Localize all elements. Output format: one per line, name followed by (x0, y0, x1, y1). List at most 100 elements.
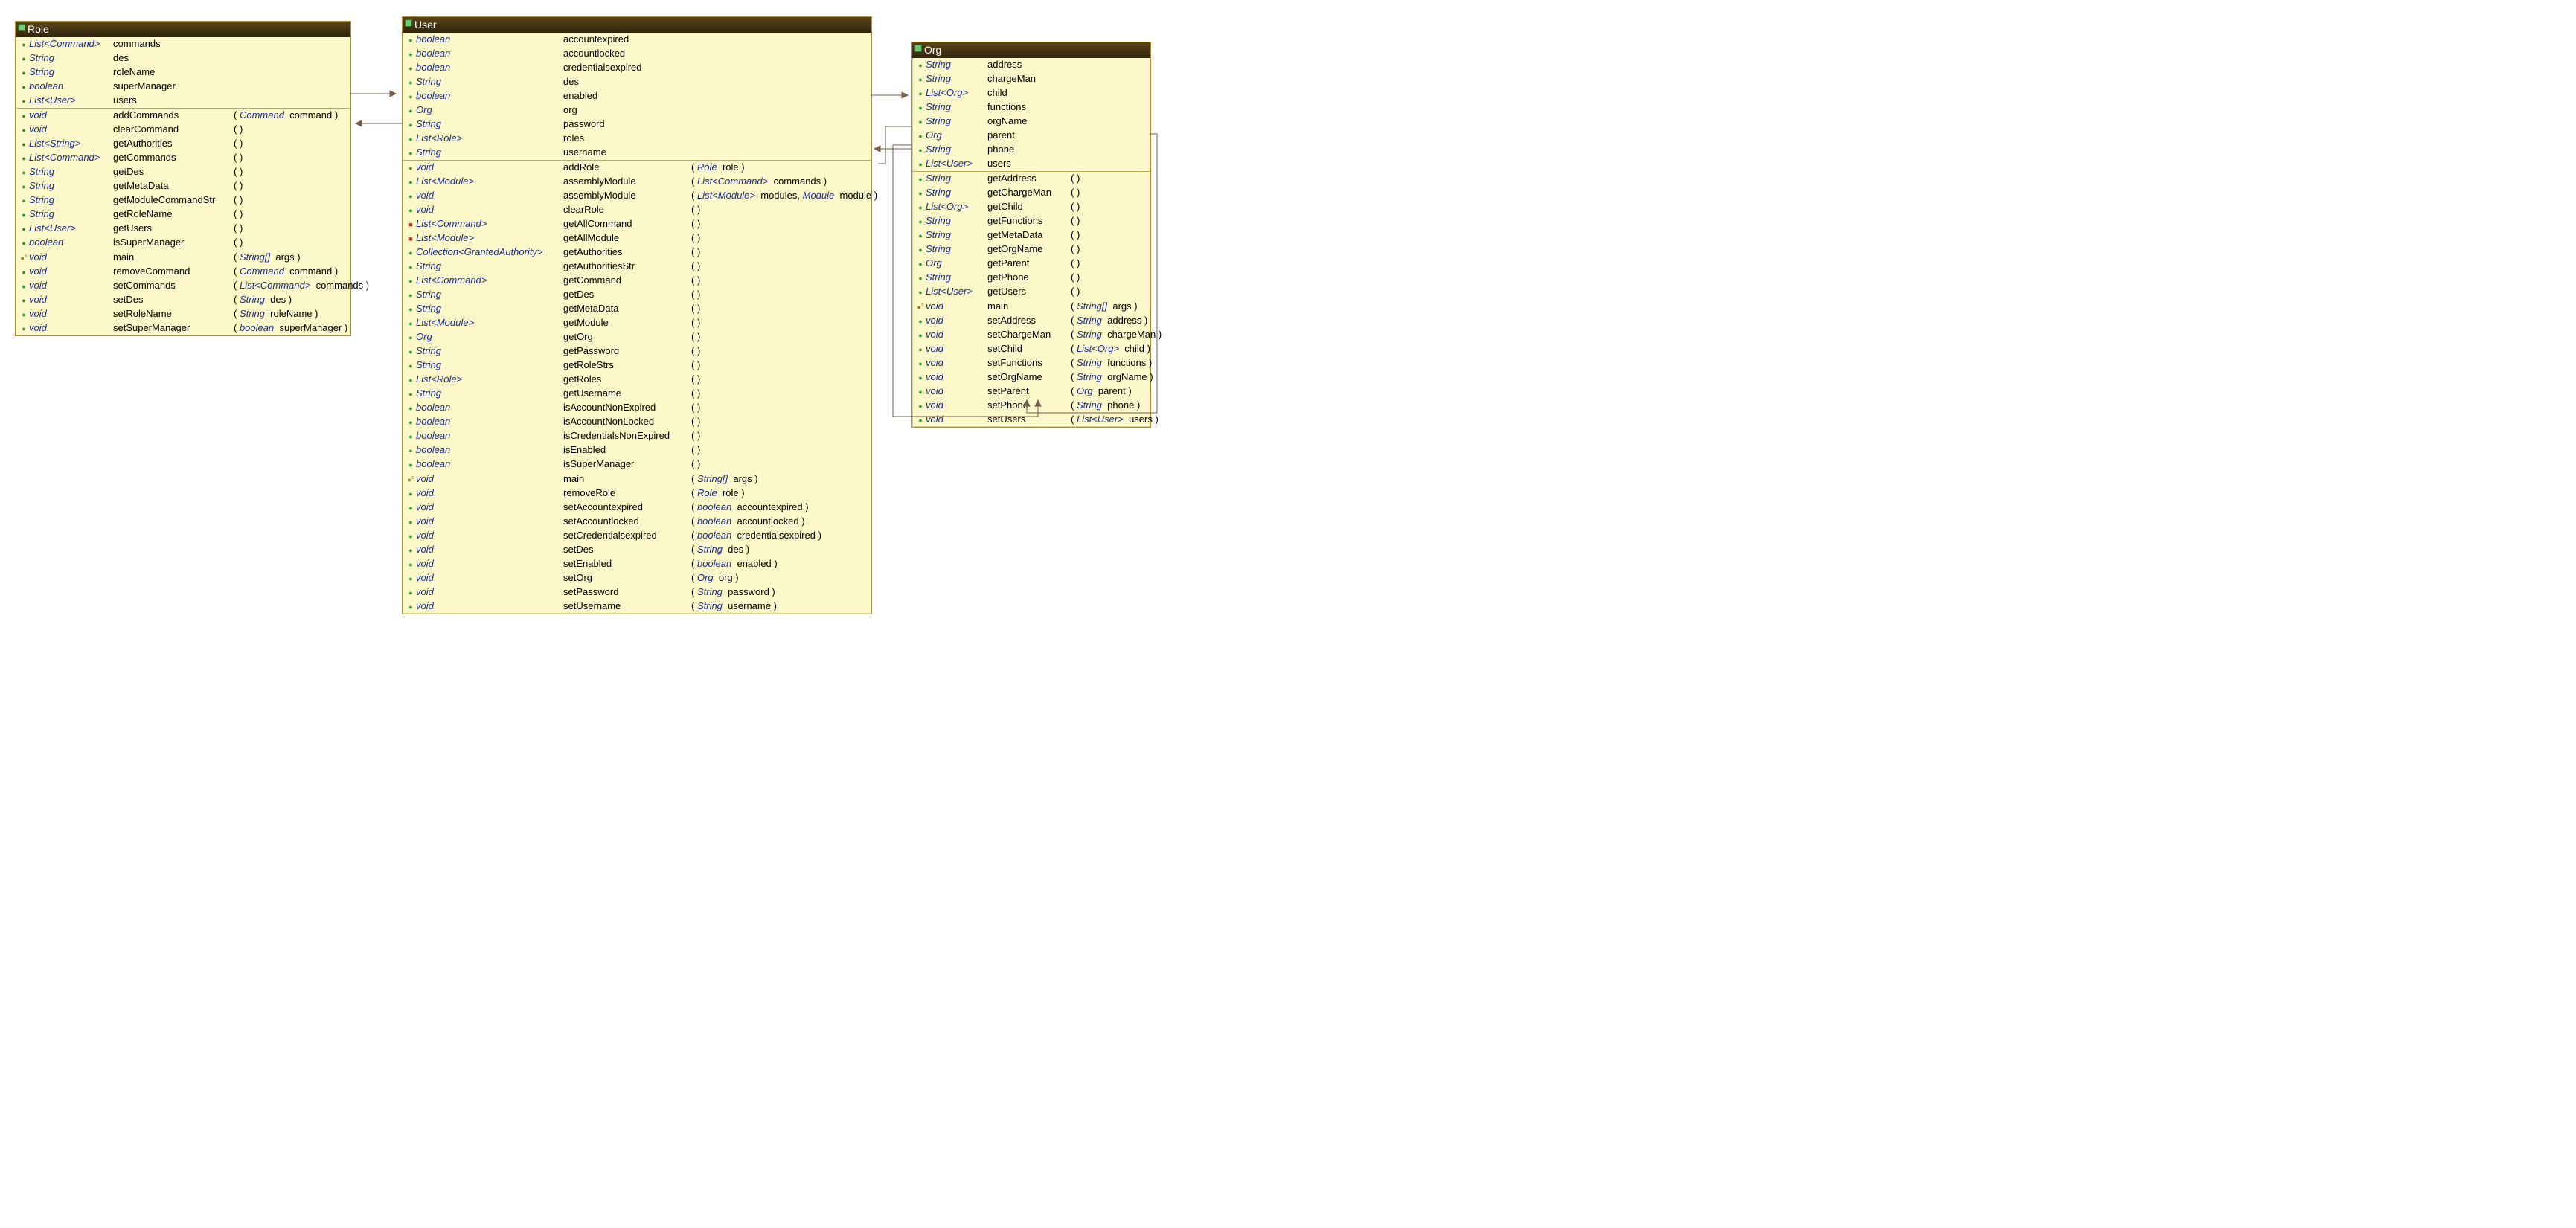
method-row[interactable]: ●voidremoveCommand( Command command ) (16, 265, 350, 279)
field-row[interactable]: ●booleanenabled (403, 89, 871, 103)
field-row[interactable]: ●Stringusername (403, 146, 871, 160)
method-row[interactable]: ●OrggetParent( ) (912, 257, 1150, 271)
method-name: isEnabled (563, 443, 691, 456)
field-row[interactable]: ●List<User>users (912, 157, 1150, 171)
method-row[interactable]: ●voidsetOrg( Org org ) (403, 571, 871, 585)
method-row[interactable]: ●voidsetEnabled( boolean enabled ) (403, 557, 871, 571)
method-row[interactable]: ●StringgetDes( ) (403, 288, 871, 302)
method-row[interactable]: ●booleanisSuperManager( ) (403, 457, 871, 472)
method-row[interactable]: ●StringgetRoleName( ) (16, 208, 350, 222)
class-box-user[interactable]: User ●booleanaccountexpired●booleanaccou… (402, 16, 872, 614)
method-row[interactable]: ●StringgetMetaData( ) (16, 179, 350, 193)
method-row[interactable]: ●voidsetChild( List<Org> child ) (912, 342, 1150, 356)
field-row[interactable]: ●StringroleName (16, 65, 350, 80)
method-row[interactable]: ●booleanisSuperManager( ) (16, 236, 350, 250)
visibility-public-icon: ● (406, 162, 416, 175)
field-row[interactable]: ●Orgparent (912, 129, 1150, 143)
method-row[interactable]: ●StringgetAuthoritiesStr( ) (403, 260, 871, 274)
field-row[interactable]: ●Stringdes (16, 51, 350, 65)
method-row[interactable]: ●voidsetUsername( String username ) (403, 599, 871, 614)
field-row[interactable]: ●List<Org>child (912, 86, 1150, 100)
method-row[interactable]: ●List<Command>getCommand( ) (403, 274, 871, 288)
field-row[interactable]: ●StringchargeMan (912, 72, 1150, 86)
method-row[interactable]: ●voidsetRoleName( String roleName ) (16, 307, 350, 321)
class-box-role[interactable]: Role ●List<Command>commands●Stringdes●St… (15, 21, 351, 336)
method-row[interactable]: ●voidsetPhone( String phone ) (912, 399, 1150, 413)
method-row[interactable]: ●voidsetCommands( List<Command> commands… (16, 279, 350, 293)
method-row[interactable]: ●voidaddRole( Role role ) (403, 161, 871, 175)
visibility-public-icon: ● (19, 309, 29, 321)
method-row[interactable]: ●voidsetPassword( String password ) (403, 585, 871, 599)
method-args: ( ) (691, 330, 700, 343)
method-row[interactable]: ●List<User>getUsers( ) (912, 285, 1150, 299)
method-row[interactable]: ●voidsetChargeMan( String chargeMan ) (912, 328, 1150, 342)
field-row[interactable]: ●booleanaccountlocked (403, 47, 871, 61)
field-name: credentialsexpired (563, 61, 691, 74)
method-row[interactable]: ●Collection<GrantedAuthority>getAuthorit… (403, 245, 871, 260)
field-row[interactable]: ●List<Command>commands (16, 37, 350, 51)
method-row[interactable]: ●StringgetPhone( ) (912, 271, 1150, 285)
method-row[interactable]: ●svoidmain( String[] args ) (403, 472, 871, 486)
method-row[interactable]: ●StringgetMetaData( ) (912, 228, 1150, 242)
method-row[interactable]: ●StringgetAddress( ) (912, 172, 1150, 186)
field-row[interactable]: ●Stringdes (403, 75, 871, 89)
method-row[interactable]: ●voidsetAccountexpired( boolean accounte… (403, 501, 871, 515)
field-row[interactable]: ●StringorgName (912, 115, 1150, 129)
method-row[interactable]: ●voidclearCommand( ) (16, 123, 350, 137)
method-row[interactable]: ●voidsetCredentialsexpired( boolean cred… (403, 529, 871, 543)
method-row[interactable]: ■List<Command>getAllCommand( ) (403, 217, 871, 231)
field-row[interactable]: ●Stringpassword (403, 118, 871, 132)
method-row[interactable]: ●StringgetModuleCommandStr( ) (16, 193, 350, 208)
method-row[interactable]: ●voidsetSuperManager( boolean superManag… (16, 321, 350, 335)
method-row[interactable]: ●List<String>getAuthorities( ) (16, 137, 350, 151)
method-row[interactable]: ●voidsetDes( String des ) (16, 293, 350, 307)
method-row[interactable]: ●voidsetOrgName( String orgName ) (912, 370, 1150, 385)
method-args: ( ) (691, 387, 700, 399)
method-row[interactable]: ●List<Command>getCommands( ) (16, 151, 350, 165)
field-row[interactable]: ●Stringfunctions (912, 100, 1150, 115)
field-row[interactable]: ●List<User>users (16, 94, 350, 108)
field-name: users (113, 94, 234, 106)
method-row[interactable]: ●List<Org>getChild( ) (912, 200, 1150, 214)
field-row[interactable]: ●Stringaddress (912, 58, 1150, 72)
method-row[interactable]: ●StringgetFunctions( ) (912, 214, 1150, 228)
method-row[interactable]: ●voidsetUsers( List<User> users ) (912, 413, 1150, 427)
method-row[interactable]: ●svoidmain( String[] args ) (16, 250, 350, 265)
field-row[interactable]: ●Stringphone (912, 143, 1150, 157)
method-row[interactable]: ●List<User>getUsers( ) (16, 222, 350, 236)
method-row[interactable]: ●OrggetOrg( ) (403, 330, 871, 344)
class-box-org[interactable]: Org ●Stringaddress●StringchargeMan●List<… (911, 42, 1151, 428)
field-row[interactable]: ●booleanaccountexpired (403, 33, 871, 47)
method-row[interactable]: ●voidsetFunctions( String functions ) (912, 356, 1150, 370)
method-row[interactable]: ●StringgetMetaData( ) (403, 302, 871, 316)
method-row[interactable]: ●voidsetAddress( String address ) (912, 314, 1150, 328)
method-row[interactable]: ●StringgetChargeMan( ) (912, 186, 1150, 200)
method-row[interactable]: ●StringgetUsername( ) (403, 387, 871, 401)
method-row[interactable]: ●StringgetDes( ) (16, 165, 350, 179)
field-name: orgName (987, 115, 1071, 127)
method-row[interactable]: ●booleanisEnabled( ) (403, 443, 871, 457)
method-row[interactable]: ●booleanisCredentialsNonExpired( ) (403, 429, 871, 443)
method-row[interactable]: ●StringgetRoleStrs( ) (403, 359, 871, 373)
method-row[interactable]: ●voidsetDes( String des ) (403, 543, 871, 557)
method-row[interactable]: ●voidsetParent( Org parent ) (912, 385, 1150, 399)
method-row[interactable]: ●svoidmain( String[] args ) (912, 299, 1150, 314)
field-row[interactable]: ●List<Role>roles (403, 132, 871, 146)
method-row[interactable]: ●booleanisAccountNonLocked( ) (403, 415, 871, 429)
method-row[interactable]: ●List<Role>getRoles( ) (403, 373, 871, 387)
method-row[interactable]: ●StringgetPassword( ) (403, 344, 871, 359)
method-row[interactable]: ●List<Module>assemblyModule( List<Comman… (403, 175, 871, 189)
method-row[interactable]: ●List<Module>getModule( ) (403, 316, 871, 330)
field-row[interactable]: ●booleancredentialsexpired (403, 61, 871, 75)
method-args: ( ) (234, 193, 243, 206)
method-row[interactable]: ●StringgetOrgName( ) (912, 242, 1150, 257)
method-row[interactable]: ●booleanisAccountNonExpired( ) (403, 401, 871, 415)
field-row[interactable]: ●Orgorg (403, 103, 871, 118)
field-row[interactable]: ●booleansuperManager (16, 80, 350, 94)
method-row[interactable]: ●voidclearRole( ) (403, 203, 871, 217)
method-row[interactable]: ●voidaddCommands( Command command ) (16, 109, 350, 123)
method-row[interactable]: ●voidassemblyModule( List<Module> module… (403, 189, 871, 203)
method-row[interactable]: ■List<Module>getAllModule( ) (403, 231, 871, 245)
method-row[interactable]: ●voidsetAccountlocked( boolean accountlo… (403, 515, 871, 529)
method-row[interactable]: ●voidremoveRole( Role role ) (403, 486, 871, 501)
